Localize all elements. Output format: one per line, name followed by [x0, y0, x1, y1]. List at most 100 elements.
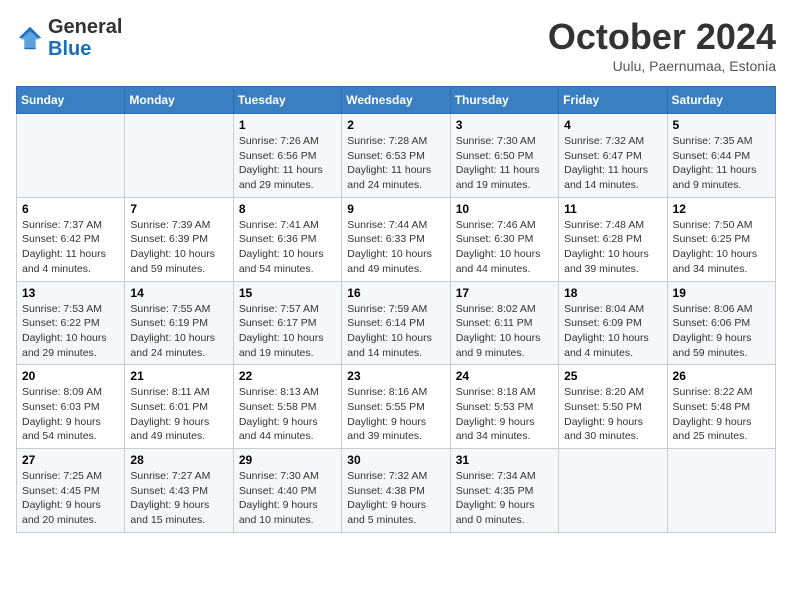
- calendar-cell: 2 Sunrise: 7:28 AM Sunset: 6:53 PM Daylig…: [342, 114, 450, 198]
- day-info: Sunrise: 7:35 AM Sunset: 6:44 PM Dayligh…: [673, 134, 770, 193]
- calendar-week-row: 13Sunrise: 7:53 AM Sunset: 6:22 PM Dayli…: [17, 281, 776, 365]
- weekday-header-monday: Monday: [125, 87, 233, 114]
- day-info: Sunrise: 8:20 AM Sunset: 5:50 PM Dayligh…: [564, 385, 661, 444]
- day-number: 7: [130, 202, 227, 216]
- day-number: 2: [347, 118, 444, 132]
- day-number: 30: [347, 453, 444, 467]
- day-info: Sunrise: 7:53 AM Sunset: 6:22 PM Dayligh…: [22, 302, 119, 361]
- day-info: Sunrise: 8:02 AM Sunset: 6:11 PM Dayligh…: [456, 302, 553, 361]
- calendar-cell: 5 Sunrise: 7:35 AM Sunset: 6:44 PM Daylig…: [667, 114, 775, 198]
- calendar-cell: [17, 114, 125, 198]
- day-info: Sunrise: 7:41 AM Sunset: 6:36 PM Dayligh…: [239, 218, 336, 277]
- calendar-cell: 28Sunrise: 7:27 AM Sunset: 4:43 PM Dayli…: [125, 449, 233, 533]
- calendar-cell: 7 Sunrise: 7:39 AM Sunset: 6:39 PM Daylig…: [125, 197, 233, 281]
- day-number: 15: [239, 286, 336, 300]
- calendar-cell: 29 Sunrise: 7:30 AM Sunset: 4:40 PM Dayli…: [233, 449, 341, 533]
- day-info: Sunrise: 8:06 AM Sunset: 6:06 PM Dayligh…: [673, 302, 770, 361]
- day-number: 14: [130, 286, 227, 300]
- calendar-cell: 10 Sunrise: 7:46 AM Sunset: 6:30 PM Dayli…: [450, 197, 558, 281]
- day-number: 18: [564, 286, 661, 300]
- calendar-cell: 30 Sunrise: 7:32 AM Sunset: 4:38 PM Dayli…: [342, 449, 450, 533]
- calendar-cell: 11 Sunrise: 7:48 AM Sunset: 6:28 PM Dayli…: [559, 197, 667, 281]
- calendar-table: SundayMondayTuesdayWednesdayThursdayFrid…: [16, 86, 776, 533]
- day-info: Sunrise: 7:55 AM Sunset: 6:19 PM Dayligh…: [130, 302, 227, 361]
- logo: General Blue: [16, 16, 122, 60]
- day-number: 21: [130, 369, 227, 383]
- day-number: 25: [564, 369, 661, 383]
- location-subtitle: Uulu, Paernumaa, Estonia: [548, 58, 776, 74]
- day-number: 17: [456, 286, 553, 300]
- calendar-cell: 26 Sunrise: 8:22 AM Sunset: 5:48 PM Dayli…: [667, 365, 775, 449]
- day-number: 11: [564, 202, 661, 216]
- day-info: Sunrise: 8:11 AM Sunset: 6:01 PM Dayligh…: [130, 385, 227, 444]
- calendar-cell: [667, 449, 775, 533]
- day-number: 23: [347, 369, 444, 383]
- weekday-header-row: SundayMondayTuesdayWednesdayThursdayFrid…: [17, 87, 776, 114]
- day-number: 27: [22, 453, 119, 467]
- day-number: 6: [22, 202, 119, 216]
- day-info: Sunrise: 7:44 AM Sunset: 6:33 PM Dayligh…: [347, 218, 444, 277]
- day-info: Sunrise: 7:46 AM Sunset: 6:30 PM Dayligh…: [456, 218, 553, 277]
- calendar-cell: 14 Sunrise: 7:55 AM Sunset: 6:19 PM Dayli…: [125, 281, 233, 365]
- weekday-header-thursday: Thursday: [450, 87, 558, 114]
- day-info: Sunrise: 7:39 AM Sunset: 6:39 PM Dayligh…: [130, 218, 227, 277]
- calendar-cell: 23 Sunrise: 8:16 AM Sunset: 5:55 PM Dayli…: [342, 365, 450, 449]
- day-info: Sunrise: 7:28 AM Sunset: 6:53 PM Dayligh…: [347, 134, 444, 193]
- calendar-cell: 18 Sunrise: 8:04 AM Sunset: 6:09 PM Dayli…: [559, 281, 667, 365]
- calendar-cell: 1 Sunrise: 7:26 AM Sunset: 6:56 PM Daylig…: [233, 114, 341, 198]
- calendar-week-row: 27 Sunrise: 7:25 AM Sunset: 4:45 PM Dayli…: [17, 449, 776, 533]
- day-number: 16: [347, 286, 444, 300]
- calendar-week-row: 1 Sunrise: 7:26 AM Sunset: 6:56 PM Daylig…: [17, 114, 776, 198]
- day-number: 9: [347, 202, 444, 216]
- calendar-week-row: 6 Sunrise: 7:37 AM Sunset: 6:42 PM Daylig…: [17, 197, 776, 281]
- calendar-cell: 24 Sunrise: 8:18 AM Sunset: 5:53 PM Dayli…: [450, 365, 558, 449]
- calendar-cell: 13Sunrise: 7:53 AM Sunset: 6:22 PM Dayli…: [17, 281, 125, 365]
- logo-general-text: General: [48, 16, 122, 38]
- day-number: 1: [239, 118, 336, 132]
- day-number: 22: [239, 369, 336, 383]
- logo-blue-text: Blue: [48, 38, 91, 60]
- logo-icon: [16, 24, 44, 52]
- month-title: October 2024: [548, 16, 776, 58]
- day-info: Sunrise: 7:48 AM Sunset: 6:28 PM Dayligh…: [564, 218, 661, 277]
- weekday-header-wednesday: Wednesday: [342, 87, 450, 114]
- day-info: Sunrise: 8:09 AM Sunset: 6:03 PM Dayligh…: [22, 385, 119, 444]
- calendar-cell: 22Sunrise: 8:13 AM Sunset: 5:58 PM Dayli…: [233, 365, 341, 449]
- day-info: Sunrise: 8:22 AM Sunset: 5:48 PM Dayligh…: [673, 385, 770, 444]
- day-info: Sunrise: 8:16 AM Sunset: 5:55 PM Dayligh…: [347, 385, 444, 444]
- day-number: 20: [22, 369, 119, 383]
- calendar-cell: 19Sunrise: 8:06 AM Sunset: 6:06 PM Dayli…: [667, 281, 775, 365]
- day-info: Sunrise: 7:30 AM Sunset: 4:40 PM Dayligh…: [239, 469, 336, 528]
- day-info: Sunrise: 7:32 AM Sunset: 4:38 PM Dayligh…: [347, 469, 444, 528]
- day-number: 26: [673, 369, 770, 383]
- calendar-cell: 27 Sunrise: 7:25 AM Sunset: 4:45 PM Dayli…: [17, 449, 125, 533]
- calendar-cell: [125, 114, 233, 198]
- calendar-cell: 20 Sunrise: 8:09 AM Sunset: 6:03 PM Dayli…: [17, 365, 125, 449]
- day-number: 5: [673, 118, 770, 132]
- day-number: 29: [239, 453, 336, 467]
- calendar-week-row: 20 Sunrise: 8:09 AM Sunset: 6:03 PM Dayli…: [17, 365, 776, 449]
- day-number: 4: [564, 118, 661, 132]
- day-info: Sunrise: 8:18 AM Sunset: 5:53 PM Dayligh…: [456, 385, 553, 444]
- day-number: 8: [239, 202, 336, 216]
- calendar-cell: 4 Sunrise: 7:32 AM Sunset: 6:47 PM Daylig…: [559, 114, 667, 198]
- calendar-cell: 17 Sunrise: 8:02 AM Sunset: 6:11 PM Dayli…: [450, 281, 558, 365]
- day-number: 31: [456, 453, 553, 467]
- day-info: Sunrise: 7:26 AM Sunset: 6:56 PM Dayligh…: [239, 134, 336, 193]
- day-info: Sunrise: 7:57 AM Sunset: 6:17 PM Dayligh…: [239, 302, 336, 361]
- weekday-header-sunday: Sunday: [17, 87, 125, 114]
- page-header: General Blue October 2024 Uulu, Paernuma…: [16, 16, 776, 74]
- day-info: Sunrise: 7:50 AM Sunset: 6:25 PM Dayligh…: [673, 218, 770, 277]
- calendar-cell: 31 Sunrise: 7:34 AM Sunset: 4:35 PM Dayli…: [450, 449, 558, 533]
- day-info: Sunrise: 7:32 AM Sunset: 6:47 PM Dayligh…: [564, 134, 661, 193]
- day-info: Sunrise: 8:04 AM Sunset: 6:09 PM Dayligh…: [564, 302, 661, 361]
- day-number: 10: [456, 202, 553, 216]
- calendar-cell: 3Sunrise: 7:30 AM Sunset: 6:50 PM Daylig…: [450, 114, 558, 198]
- title-block: October 2024 Uulu, Paernumaa, Estonia: [548, 16, 776, 74]
- calendar-cell: 12Sunrise: 7:50 AM Sunset: 6:25 PM Dayli…: [667, 197, 775, 281]
- day-info: Sunrise: 7:25 AM Sunset: 4:45 PM Dayligh…: [22, 469, 119, 528]
- day-info: Sunrise: 7:34 AM Sunset: 4:35 PM Dayligh…: [456, 469, 553, 528]
- day-number: 24: [456, 369, 553, 383]
- day-info: Sunrise: 7:37 AM Sunset: 6:42 PM Dayligh…: [22, 218, 119, 277]
- calendar-cell: 6 Sunrise: 7:37 AM Sunset: 6:42 PM Daylig…: [17, 197, 125, 281]
